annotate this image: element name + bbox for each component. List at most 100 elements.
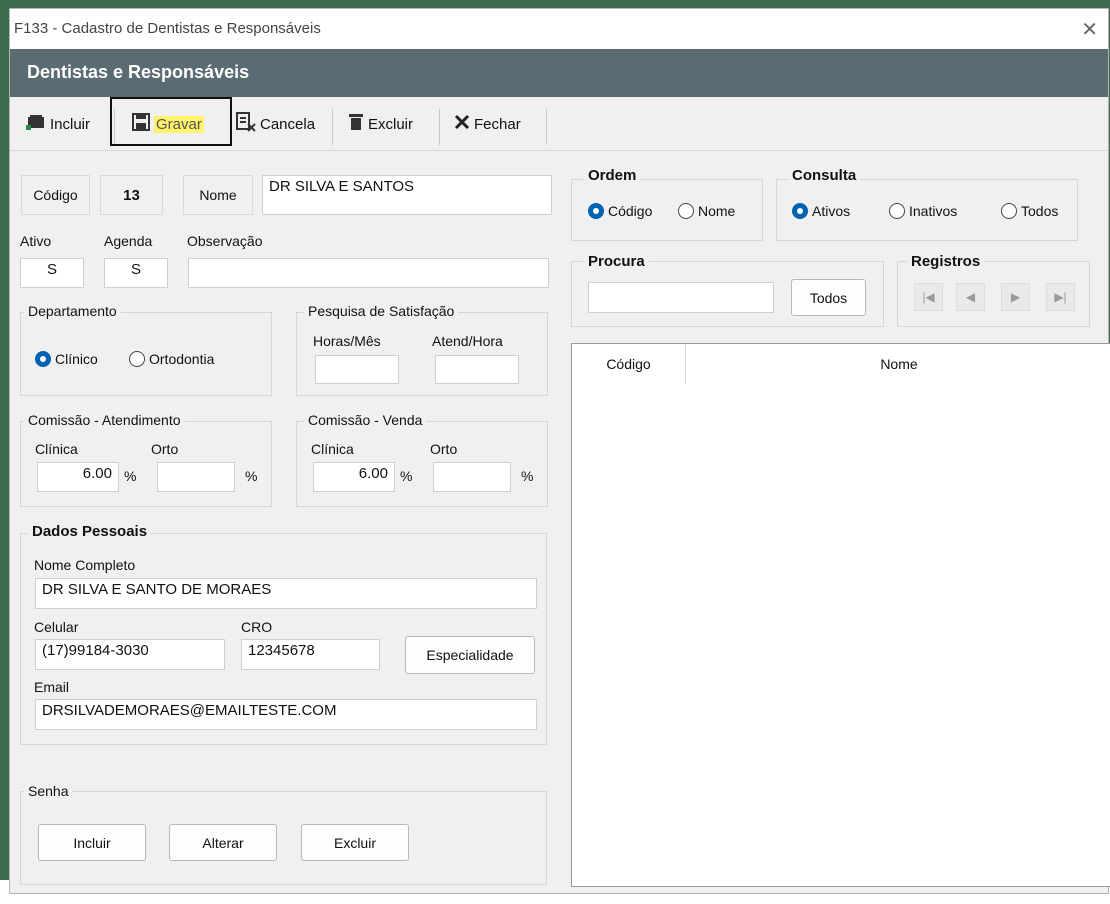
incluir-button[interactable]: Incluir [26,107,90,141]
ativo-input[interactable]: S [20,258,84,288]
registros-title: Registros [907,253,985,270]
celular-input[interactable]: (17)99184-3030 [35,639,225,670]
cv-clinica-label: Clínica [311,441,354,457]
radio-clinico[interactable]: Clínico [35,351,98,367]
email-input[interactable]: DRSILVADEMORAES@EMAILTESTE.COM [35,699,537,730]
radio-unselected-icon [129,351,145,367]
grid-header-codigo[interactable]: Código [572,344,686,384]
cancela-label: Cancela [260,115,316,133]
procura-input[interactable] [588,282,774,313]
pesquisa-title: Pesquisa de Satisfação [304,303,459,319]
email-label: Email [34,679,70,695]
cancel-record-icon [236,111,256,137]
toolbar-separator [546,109,547,145]
atend-label: Atend/Hora [432,333,503,349]
senha-title: Senha [24,783,73,799]
cv-orto-label: Orto [430,441,458,457]
nome-label: Nome [183,175,253,215]
prev-record-icon[interactable]: ◀ [956,283,985,311]
agenda-input[interactable]: S [104,258,168,288]
grid-header-nome[interactable]: Nome [686,344,1110,384]
consulta-title: Consulta [788,167,861,184]
save-icon [132,112,150,136]
horas-input[interactable] [315,355,399,384]
gravar-label: Gravar [154,115,204,133]
ca-clinica-input[interactable]: 6.00 [37,462,119,492]
gravar-button[interactable]: Gravar [132,107,204,141]
cro-input[interactable]: 12345678 [241,639,380,670]
observacao-label: Observação [187,233,263,249]
nome-completo-input[interactable]: DR SILVA E SANTO DE MORAES [35,578,537,609]
trash-icon [348,113,364,136]
ca-orto-input[interactable] [157,462,235,492]
toolbar-separator [439,109,440,145]
radio-consulta-inativos[interactable]: Inativos [889,203,957,219]
departamento-title: Departamento [24,303,121,319]
agenda-label: Agenda [104,233,153,249]
radio-ordem-codigo[interactable]: Código [588,203,652,219]
incluir-label: Incluir [50,115,91,133]
senha-alterar-button[interactable]: Alterar [169,824,277,861]
fechar-button[interactable]: Fechar [454,107,521,141]
codigo-label: Código [21,175,90,215]
senha-incluir-button[interactable]: Incluir [38,824,146,861]
radio-ortodontia[interactable]: Ortodontia [129,351,214,367]
ca-clinica-label: Clínica [35,441,78,457]
horas-label: Horas/Mês [313,333,381,349]
nome-completo-label: Nome Completo [34,557,136,573]
celular-label: Celular [34,619,79,635]
radio-selected-icon [792,203,808,219]
cv-orto-pct: % [521,468,534,484]
add-record-icon [26,113,46,136]
ativo-label: Ativo [20,233,52,249]
radio-ordem-codigo-label: Código [608,203,653,219]
window-title: F133 - Cadastro de Dentistas e Responsáv… [14,20,321,37]
ca-orto-label: Orto [151,441,179,457]
next-record-icon[interactable]: ▶ [1001,283,1030,311]
comissao-atendimento-title: Comissão - Atendimento [24,412,185,428]
radio-consulta-todos[interactable]: Todos [1001,203,1058,219]
radio-consulta-inativos-label: Inativos [909,203,958,219]
title-bar: F133 - Cadastro de Dentistas e Responsáv… [10,9,1108,49]
radio-unselected-icon [678,203,694,219]
excluir-button[interactable]: Excluir [348,107,413,141]
dialog-window: F133 - Cadastro de Dentistas e Responsáv… [9,8,1110,894]
ordem-title: Ordem [584,167,641,184]
toolbar-separator [332,109,333,145]
close-icon[interactable]: ✕ [1081,17,1098,42]
observacao-input[interactable] [188,258,549,288]
cv-orto-input[interactable] [433,462,511,492]
comissao-venda-title: Comissão - Venda [304,412,427,428]
cancela-button[interactable]: Cancela [236,107,315,141]
radio-unselected-icon [889,203,905,219]
procura-title: Procura [584,253,649,270]
page-title: Dentistas e Responsáveis [27,62,250,82]
cv-clinica-pct: % [400,468,413,484]
todos-button[interactable]: Todos [791,279,866,316]
toolbar: Incluir Gravar Cancela Excluir Fechar [10,97,1108,151]
codigo-value: 13 [100,175,163,215]
especialidade-button[interactable]: Especialidade [405,636,535,674]
radio-ortodontia-label: Ortodontia [149,351,215,367]
senha-excluir-button[interactable]: Excluir [301,824,409,861]
radio-consulta-ativos[interactable]: Ativos [792,203,850,219]
fechar-label: Fechar [474,115,521,133]
cro-label: CRO [241,619,273,635]
radio-ordem-nome-label: Nome [698,203,736,219]
radio-clinico-label: Clínico [55,351,98,367]
first-record-icon[interactable]: |◀ [914,283,943,311]
records-grid[interactable]: Código Nome [571,343,1110,887]
radio-ordem-nome[interactable]: Nome [678,203,735,219]
radio-selected-icon [35,351,51,367]
radio-selected-icon [588,203,604,219]
atend-input[interactable] [435,355,519,384]
ca-clinica-pct: % [124,468,137,484]
radio-consulta-ativos-label: Ativos [812,203,851,219]
close-x-icon [454,114,470,135]
ca-orto-pct: % [245,468,258,484]
cv-clinica-input[interactable]: 6.00 [313,462,395,492]
last-record-icon[interactable]: ▶| [1046,283,1075,311]
radio-unselected-icon [1001,203,1017,219]
nome-input[interactable]: DR SILVA E SANTOS [262,175,552,215]
excluir-label: Excluir [368,115,414,133]
